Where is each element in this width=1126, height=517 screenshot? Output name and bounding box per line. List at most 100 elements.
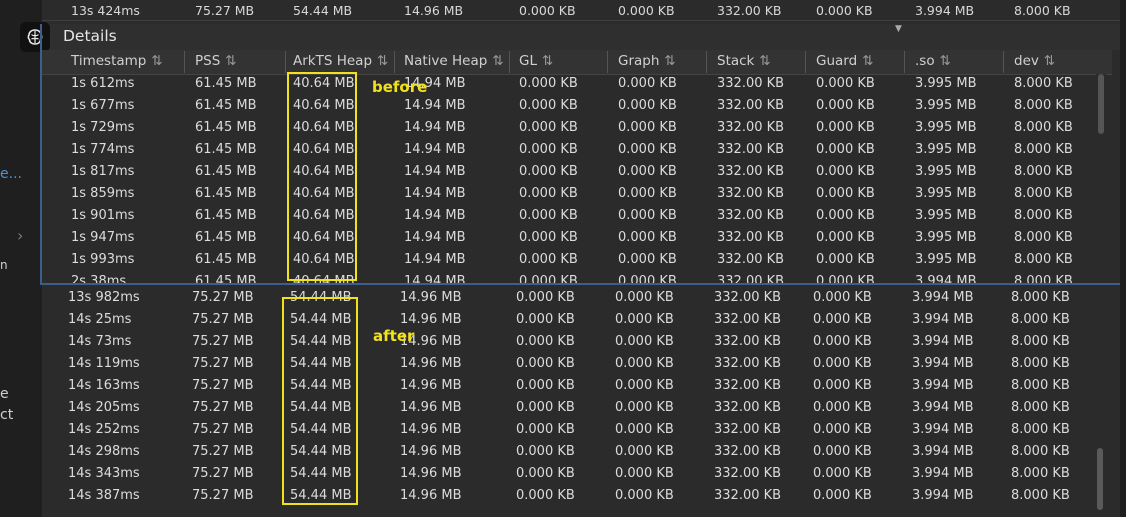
column-header[interactable]: Stack ⇅ [717,53,771,69]
column-divider[interactable] [805,51,806,73]
table-cell: 14s 387ms [68,488,140,503]
table-row[interactable]: 2s 38ms 61.45 MB 40.64 MB 14.94 MB 0.000 KB 0… [0,271,1126,283]
sort-icon[interactable]: ⇅ [377,53,388,69]
table-cell: 3.994 MB [912,290,974,305]
column-header-label: .so [915,53,935,69]
table-cell: 14s 163ms [68,378,140,393]
sort-icon[interactable]: ⇅ [940,53,951,69]
table-cell: 75.27 MB [192,334,254,349]
table-cell: 0.000 KB [813,422,872,437]
table-cell: 0.000 KB [516,290,575,305]
table-cell: 3.995 MB [915,120,977,135]
table-row[interactable]: 13s 982ms 75.27 MB 54.44 MB 14.96 MB 0.000 K… [0,287,1126,309]
sort-icon[interactable]: ⇅ [225,53,236,69]
table-cell: 0.000 KB [516,334,575,349]
scrollbar[interactable] [1097,448,1103,510]
table-cell: 1s 901ms [71,208,135,223]
table-cell: 3.994 MB [912,466,974,481]
panel-title: Details [63,27,117,45]
column-divider[interactable] [285,51,286,73]
table-cell: 14.94 MB [404,120,466,135]
table-cell: 332.00 KB [714,334,782,349]
table-cell: 0.000 KB [813,334,872,349]
column-divider[interactable] [184,51,185,73]
column-header[interactable]: Timestamp ⇅ [71,53,163,69]
table-cell: 0.000 KB [813,400,872,415]
table-cell: 54.44 MB [293,3,353,18]
table-cell: 0.000 KB [615,312,674,327]
table-cell: 8.000 KB [1011,290,1070,305]
table-row[interactable]: 14s 252ms 75.27 MB 54.44 MB 14.96 MB 0.000 K… [0,419,1126,441]
table-row[interactable]: 14s 205ms 75.27 MB 54.44 MB 14.96 MB 0.000 K… [0,397,1126,419]
table-row[interactable]: 1s 947ms 61.45 MB 40.64 MB 14.94 MB 0.000 KB… [0,227,1126,249]
table-cell: 0.000 KB [615,378,674,393]
column-header[interactable]: Guard ⇅ [816,53,874,69]
sort-icon[interactable]: ⇅ [151,53,162,69]
column-header-label: ArkTS Heap [293,53,373,69]
table-row[interactable]: 14s 73ms 75.27 MB 54.44 MB 14.96 MB 0.000 KB… [0,331,1126,353]
table-cell: 14.96 MB [400,312,462,327]
table-cell: 14.94 MB [404,98,466,113]
table-cell: 0.000 KB [516,378,575,393]
sort-icon[interactable]: ⇅ [1044,53,1055,69]
highlight-box-before [287,72,357,281]
column-header[interactable]: Native Heap ⇅ [404,53,504,69]
table-row[interactable]: 14s 387ms 75.27 MB 54.44 MB 14.96 MB 0.000 K… [0,485,1126,507]
chevron-down-icon[interactable]: ▼ [895,24,902,34]
table-cell: 3.994 MB [912,400,974,415]
table-cell: 14s 298ms [68,444,140,459]
table-row[interactable]: 14s 163ms 75.27 MB 54.44 MB 14.96 MB 0.000 K… [0,375,1126,397]
sort-icon[interactable]: ⇅ [862,53,873,69]
column-header[interactable]: dev ⇅ [1014,53,1055,69]
column-divider[interactable] [509,51,510,73]
table-row[interactable]: 1s 729ms 61.45 MB 40.64 MB 14.94 MB 0.000 KB… [0,117,1126,139]
table-cell: 8.000 KB [1014,230,1073,245]
table-cell: 0.000 KB [516,488,575,503]
table-cell: 0.000 KB [816,98,875,113]
table-cell: 61.45 MB [195,164,257,179]
sort-icon[interactable]: ⇅ [664,53,675,69]
table-row[interactable]: 1s 612ms 61.45 MB 40.64 MB 14.94 MB 0.000 KB… [0,73,1126,95]
table-row[interactable]: 14s 119ms 75.27 MB 54.44 MB 14.96 MB 0.000 K… [0,353,1126,375]
table-row[interactable]: 1s 817ms 61.45 MB 40.64 MB 14.94 MB 0.000 KB… [0,161,1126,183]
table-cell: 61.45 MB [195,98,257,113]
table-cell: 75.27 MB [192,444,254,459]
table-cell: 0.000 KB [618,98,677,113]
table-cell: 61.45 MB [195,186,257,201]
table-row[interactable]: 1s 774ms 61.45 MB 40.64 MB 14.94 MB 0.000 KB… [0,139,1126,161]
column-header[interactable]: Graph ⇅ [618,53,676,69]
table-cell: 0.000 KB [618,186,677,201]
table-row[interactable]: 14s 343ms 75.27 MB 54.44 MB 14.96 MB 0.000 K… [0,463,1126,485]
sort-icon[interactable]: ⇅ [492,53,503,69]
table-cell: 0.000 KB [516,400,575,415]
column-divider[interactable] [1003,51,1004,73]
table-cell: 8.000 KB [1014,252,1073,267]
table-row[interactable]: 14s 25ms 75.27 MB 54.44 MB 14.96 MB 0.000 KB… [0,309,1126,331]
table-cell: 0.000 KB [618,230,677,245]
table-cell: 332.00 KB [714,422,782,437]
table-row[interactable]: 1s 993ms 61.45 MB 40.64 MB 14.94 MB 0.000 KB… [0,249,1126,271]
column-divider[interactable] [607,51,608,73]
column-divider[interactable] [394,51,395,73]
sort-icon[interactable]: ⇅ [759,53,770,69]
column-header[interactable]: ArkTS Heap ⇅ [293,53,388,69]
brain-icon [20,22,50,52]
column-divider[interactable] [904,51,905,73]
table-cell: 8.000 KB [1011,422,1070,437]
table-row[interactable]: 1s 901ms 61.45 MB 40.64 MB 14.94 MB 0.000 KB… [0,205,1126,227]
column-header[interactable]: PSS ⇅ [195,53,237,69]
table-cell: 14.94 MB [404,186,466,201]
table-row[interactable]: 14s 298ms 75.27 MB 54.44 MB 14.96 MB 0.000 K… [0,441,1126,463]
table-cell: 8.000 KB [1011,378,1070,393]
table-row[interactable]: 1s 677ms 61.45 MB 40.64 MB 14.94 MB 0.000 KB… [0,95,1126,117]
table-cell: 13s 982ms [68,290,140,305]
table-row[interactable]: 1s 859ms 61.45 MB 40.64 MB 14.94 MB 0.000 KB… [0,183,1126,205]
table-cell: 332.00 KB [714,356,782,371]
table-cell: 0.000 KB [813,466,872,481]
table-cell: 332.00 KB [717,76,785,91]
column-header[interactable]: GL ⇅ [519,53,553,69]
sort-icon[interactable]: ⇅ [542,53,553,69]
column-divider[interactable] [706,51,707,73]
table-cell: 0.000 KB [615,400,674,415]
column-header[interactable]: .so ⇅ [915,53,951,69]
